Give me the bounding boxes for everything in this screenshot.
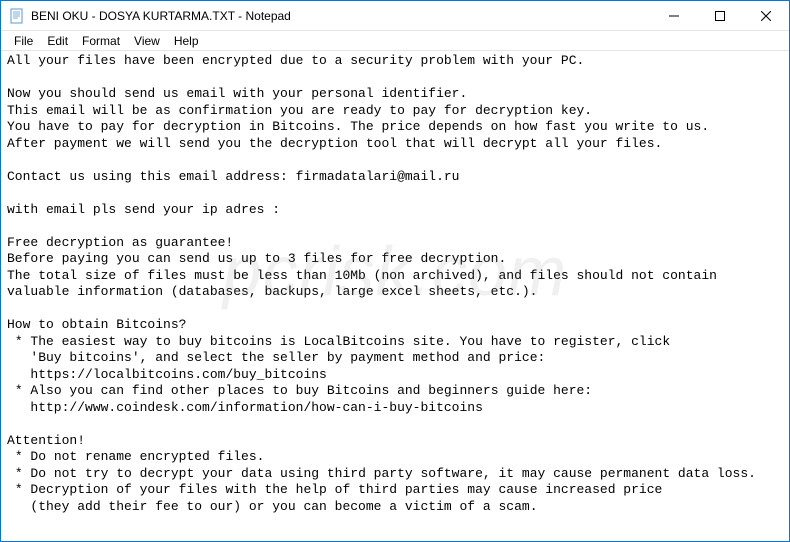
menu-edit[interactable]: Edit: [40, 32, 75, 50]
menu-help[interactable]: Help: [167, 32, 206, 50]
maximize-button[interactable]: [697, 1, 743, 30]
menu-file[interactable]: File: [7, 32, 40, 50]
menubar: File Edit Format View Help: [1, 31, 789, 51]
notepad-icon: [9, 8, 25, 24]
window-controls: [651, 1, 789, 30]
menu-view[interactable]: View: [127, 32, 167, 50]
text-content[interactable]: All your files have been encrypted due t…: [1, 51, 789, 541]
close-button[interactable]: [743, 1, 789, 30]
titlebar: BENI OKU - DOSYA KURTARMA.TXT - Notepad: [1, 1, 789, 31]
minimize-button[interactable]: [651, 1, 697, 30]
window-title: BENI OKU - DOSYA KURTARMA.TXT - Notepad: [31, 9, 651, 23]
notepad-window: BENI OKU - DOSYA KURTARMA.TXT - Notepad …: [0, 0, 790, 542]
menu-format[interactable]: Format: [75, 32, 127, 50]
